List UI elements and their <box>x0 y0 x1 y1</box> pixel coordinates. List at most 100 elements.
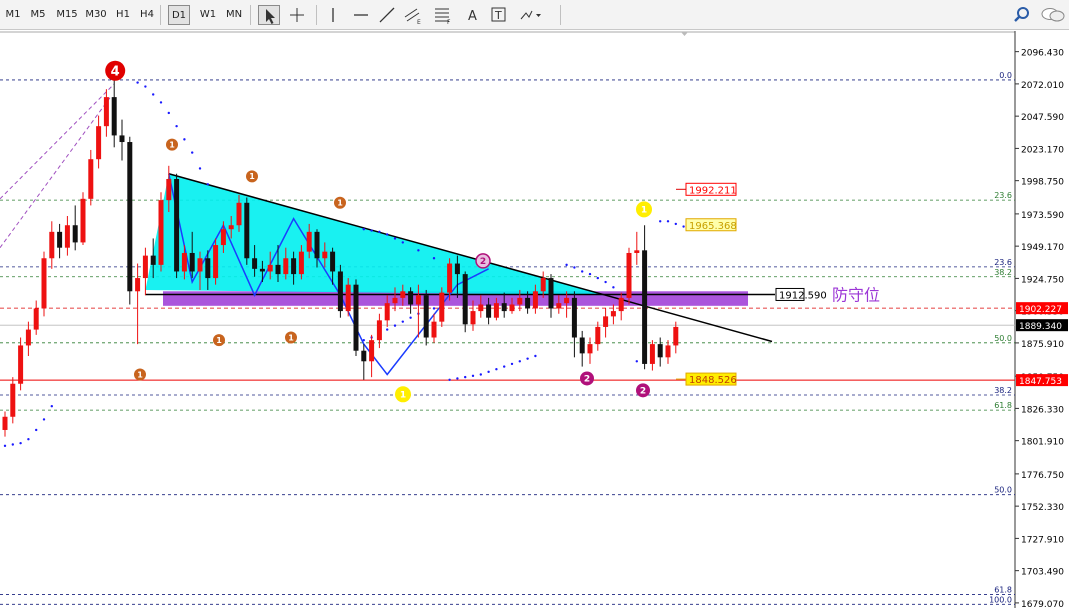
svg-text:E: E <box>417 19 421 25</box>
price-tick-label: 1776.750 <box>1021 471 1064 481</box>
price-annotation-box: 1848.526 <box>685 372 737 386</box>
price-tick-label: 1826.330 <box>1021 405 1064 415</box>
candle <box>103 89 109 137</box>
cursor-tool[interactable] <box>258 5 280 25</box>
candle-body <box>400 291 406 298</box>
timeframe-m1[interactable]: M1 <box>2 5 24 25</box>
sar-dot <box>518 360 521 363</box>
wave-label-orange: 1 <box>213 334 225 347</box>
text-tool[interactable]: A <box>462 5 484 25</box>
candle <box>595 321 601 351</box>
candle-body <box>158 200 164 265</box>
price-annotation-box: 1912.590 <box>775 287 827 301</box>
candle-body <box>486 304 492 318</box>
axis-price-label-text: 1847.753 <box>1019 377 1062 387</box>
search-icon[interactable] <box>1012 5 1034 25</box>
sar-dot <box>612 286 615 289</box>
timeframe-mn[interactable]: MN <box>220 5 248 25</box>
timeframe-h1[interactable]: H1 <box>112 5 134 25</box>
horizontal-line-tool[interactable] <box>350 5 372 25</box>
candle-body <box>493 303 499 318</box>
trendline-tool[interactable] <box>376 5 398 25</box>
timeframe-h4[interactable]: H4 <box>136 5 158 25</box>
candle-body <box>314 231 320 259</box>
timeframe-m30[interactable]: M30 <box>82 5 110 25</box>
sar-dot <box>659 220 662 223</box>
sar-dot <box>682 225 685 228</box>
fibonacci-icon: F <box>435 8 451 25</box>
candle-body <box>33 308 39 330</box>
candle-body <box>103 97 109 127</box>
price-tick-label: 1949.170 <box>1021 243 1064 253</box>
candle-body <box>72 225 78 243</box>
wave-label-magenta: 2 <box>580 371 594 386</box>
candle-body <box>454 263 460 275</box>
candle <box>610 304 616 325</box>
sar-dot <box>401 241 404 244</box>
fibonacci-tool[interactable]: F <box>432 5 454 25</box>
chart-area[interactable]: 2096.430 2072.010 2047.590 2023.170 1998.750… <box>0 31 1069 608</box>
wave-label-orange: 1 <box>285 331 297 344</box>
candle <box>369 334 375 378</box>
wave-label-orange: 1 <box>134 368 146 381</box>
crosshair-tool[interactable] <box>286 5 308 25</box>
toolbar-separator <box>560 5 561 25</box>
candle-body <box>579 337 585 354</box>
candle-body <box>345 284 351 312</box>
wave-label-number: 2 <box>584 375 590 385</box>
fib-level-label: 50.0 <box>994 486 1012 495</box>
svg-text:T: T <box>494 9 502 22</box>
svg-text:F: F <box>447 19 451 25</box>
candle <box>213 238 219 285</box>
price-tick-label: 1973.590 <box>1021 211 1064 221</box>
timeframe-m5[interactable]: M5 <box>26 5 50 25</box>
sar-dot <box>604 280 607 284</box>
sar-dot <box>581 270 584 273</box>
defense-level-label: 防守位 <box>832 285 880 304</box>
candle-body <box>252 258 258 269</box>
timeframe-w1[interactable]: W1 <box>194 5 222 25</box>
price-tick-label: 2047.590 <box>1021 113 1064 123</box>
vertical-line-tool[interactable] <box>322 5 344 25</box>
candle-body <box>649 344 655 364</box>
candle <box>439 287 445 327</box>
price-annotation-box: 1992.211 <box>685 182 737 196</box>
toolbar-separator <box>250 5 251 25</box>
candle <box>80 192 86 246</box>
chart-toolbar: M1 M5 M15 M30 H1 H4 D1 W1 MN E F A T <box>0 0 1069 30</box>
wave-label-number: 1 <box>137 370 143 379</box>
candle-body <box>119 135 125 143</box>
sar-dot <box>144 85 147 88</box>
candle <box>642 225 648 370</box>
chat-icon[interactable] <box>1040 5 1066 25</box>
fib-level-label: 23.6 <box>994 258 1012 267</box>
sar-dot <box>409 316 412 319</box>
candle-body <box>228 225 234 230</box>
channel-icon: E <box>404 8 421 25</box>
sar-dot <box>11 443 14 446</box>
candle <box>423 289 429 346</box>
wave-label-yellow: 1 <box>395 386 411 403</box>
candle-body <box>337 271 343 312</box>
candle-body <box>127 142 133 292</box>
timeframe-d1[interactable]: D1 <box>168 5 190 25</box>
timeframe-m15[interactable]: M15 <box>52 5 82 25</box>
candle-body <box>447 263 453 293</box>
sar-dot <box>448 378 451 381</box>
shapes-menu[interactable] <box>518 5 546 25</box>
candle <box>57 223 63 259</box>
candle <box>548 274 554 318</box>
candle-body <box>673 326 679 346</box>
price-chart[interactable]: 2096.430 2072.010 2047.590 2023.170 1998.750… <box>0 31 1069 608</box>
wave-label-number: 4 <box>111 64 120 79</box>
candle-body <box>548 278 554 309</box>
candle-body <box>298 251 304 275</box>
candle <box>64 215 70 256</box>
text-label-tool[interactable]: T <box>488 5 510 25</box>
equidistant-channel-tool[interactable]: E <box>402 5 424 25</box>
candle-body <box>275 264 281 275</box>
sar-dot <box>136 81 139 84</box>
candle-body <box>2 416 8 430</box>
wave-label-number: 2 <box>640 387 646 397</box>
sar-dot <box>510 362 514 366</box>
